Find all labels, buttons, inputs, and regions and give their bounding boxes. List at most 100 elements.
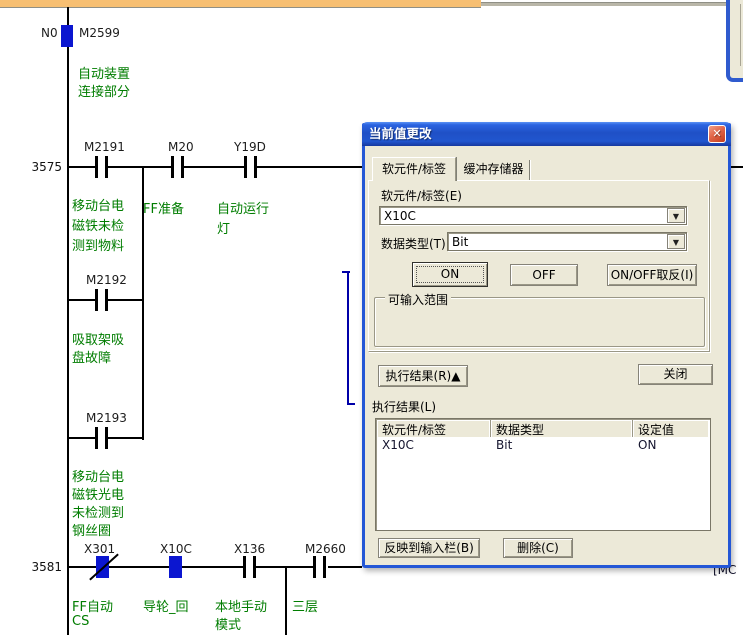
- contact-device-label[interactable]: X301: [84, 542, 115, 556]
- device-comment: 磁铁未检: [72, 215, 124, 234]
- device-comment: 自动运行: [217, 198, 269, 217]
- on-off-toggle-button[interactable]: ON/OFF取反(I): [607, 264, 697, 286]
- tab-buffer-memory[interactable]: 缓冲存储器: [458, 160, 530, 180]
- rung-number-3575: 3575: [26, 160, 62, 174]
- contact-no[interactable]: [105, 156, 108, 178]
- contact-device-label[interactable]: M2192: [86, 273, 127, 287]
- contact-device-label[interactable]: M2193: [86, 411, 127, 425]
- wire: [68, 566, 96, 568]
- branch-rail: [285, 566, 287, 635]
- device-comment: 本地手动: [215, 596, 267, 615]
- column-header[interactable]: 数据类型: [491, 420, 633, 437]
- settable-range-label: 可输入范围: [385, 291, 451, 308]
- dialog-title: 当前值更改: [369, 126, 432, 141]
- wire: [108, 166, 171, 168]
- column-header[interactable]: 软元件/标签: [377, 420, 491, 437]
- data-type-combo[interactable]: Bit ▼: [447, 232, 687, 251]
- ladder-editor-screen: N0 M2599 自动装置 连接部分 3575 M2191 M20 Y19D 移…: [0, 0, 743, 635]
- exec-result-table[interactable]: 软元件/标签 数据类型 设定值 X10C Bit ON: [375, 418, 711, 531]
- data-type-label: 数据类型(T): [381, 235, 446, 252]
- row-type: Bit: [491, 438, 633, 454]
- row-value: ON: [633, 438, 709, 454]
- wire: [108, 299, 144, 301]
- contact-no[interactable]: [181, 156, 184, 178]
- device-field-label: 软元件/标签(E): [381, 187, 462, 204]
- wire: [184, 166, 244, 168]
- contact-no[interactable]: [244, 156, 247, 178]
- data-type-combo-value[interactable]: Bit: [452, 235, 468, 249]
- focus-rect: [416, 266, 484, 283]
- device-combo[interactable]: X10C ▼: [379, 206, 687, 225]
- device-comment: 移动台电: [72, 195, 124, 214]
- energized-wire: [347, 271, 349, 405]
- mc-nest-contact[interactable]: [61, 25, 73, 47]
- off-button[interactable]: OFF: [510, 264, 578, 286]
- device-comment: 盘故障: [72, 347, 111, 366]
- wire: [108, 437, 144, 439]
- wire: [182, 566, 243, 568]
- wire: [68, 299, 95, 301]
- wire: [68, 166, 95, 168]
- toolbar-strip: [0, 0, 481, 8]
- table-row[interactable]: X10C Bit ON: [377, 438, 709, 454]
- contact-no[interactable]: [323, 556, 326, 578]
- on-button[interactable]: ON: [412, 262, 488, 287]
- reflect-to-input-button[interactable]: 反映到输入栏(B): [378, 538, 480, 558]
- contact-no[interactable]: [171, 156, 174, 178]
- close-icon[interactable]: ✕: [708, 125, 726, 143]
- nest-comment-line1: 自动装置: [78, 63, 130, 82]
- device-comment: 磁铁光电: [72, 484, 124, 503]
- contact-no-on[interactable]: [169, 556, 182, 578]
- device-comment: 移动台电: [72, 466, 124, 485]
- contact-no[interactable]: [243, 556, 246, 578]
- contact-device-label[interactable]: M2660: [305, 542, 346, 556]
- change-current-value-dialog: 当前值更改 ✕ 软元件/标签 缓冲存储器 软元件/标签(E) X10C ▼ 数据…: [362, 123, 731, 568]
- contact-device-label[interactable]: Y19D: [234, 140, 266, 154]
- exec-result-toggle-button[interactable]: 执行结果(R)▲: [378, 365, 468, 387]
- wire: [731, 166, 743, 168]
- wire: [328, 566, 362, 568]
- rung-number-3581: 3581: [26, 560, 62, 574]
- background-window-corner: [726, 0, 743, 82]
- device-comment: 三层: [292, 596, 318, 615]
- contact-no[interactable]: [95, 289, 98, 311]
- contact-no[interactable]: [253, 556, 256, 578]
- contact-no[interactable]: [95, 427, 98, 449]
- dialog-close-button[interactable]: 关闭: [638, 364, 713, 385]
- contact-no[interactable]: [254, 156, 257, 178]
- contact-device-label[interactable]: X10C: [160, 542, 192, 556]
- delete-button[interactable]: 删除(C): [503, 538, 573, 558]
- device-comment: 模式: [215, 614, 241, 633]
- contact-no[interactable]: [95, 156, 98, 178]
- chevron-down-icon[interactable]: ▼: [667, 208, 685, 223]
- background-window-edge: [740, 4, 741, 66]
- device-comment: 灯: [217, 218, 230, 237]
- nest-device-label[interactable]: M2599: [79, 26, 120, 40]
- device-combo-value[interactable]: X10C: [384, 209, 416, 223]
- contact-no[interactable]: [105, 289, 108, 311]
- chevron-down-icon[interactable]: ▼: [667, 234, 685, 249]
- wire: [68, 437, 95, 439]
- tab-device-label[interactable]: 软元件/标签: [372, 157, 456, 181]
- contact-no[interactable]: [105, 427, 108, 449]
- branch-rail: [142, 166, 144, 440]
- energized-wire: [347, 403, 355, 405]
- nest-label: N0: [41, 26, 58, 40]
- contact-device-label[interactable]: M20: [168, 140, 194, 154]
- wire: [109, 566, 169, 568]
- device-comment: 测到物料: [72, 235, 124, 254]
- device-comment: 未检测到: [72, 502, 124, 521]
- wire: [257, 166, 362, 168]
- dialog-titlebar[interactable]: 当前值更改 ✕: [362, 122, 731, 146]
- contact-device-label[interactable]: M2191: [84, 140, 125, 154]
- contact-device-label[interactable]: X136: [234, 542, 265, 556]
- column-header[interactable]: 设定值: [633, 420, 709, 437]
- exec-result-list-label: 执行结果(L): [372, 398, 436, 415]
- device-comment: 导轮_回: [143, 596, 189, 615]
- device-comment: CS: [72, 614, 89, 629]
- pane-divider: [481, 2, 727, 6]
- device-comment: FF准备: [143, 198, 184, 217]
- device-comment: 钢丝圈: [72, 520, 111, 539]
- contact-no[interactable]: [313, 556, 316, 578]
- row-device: X10C: [377, 438, 491, 454]
